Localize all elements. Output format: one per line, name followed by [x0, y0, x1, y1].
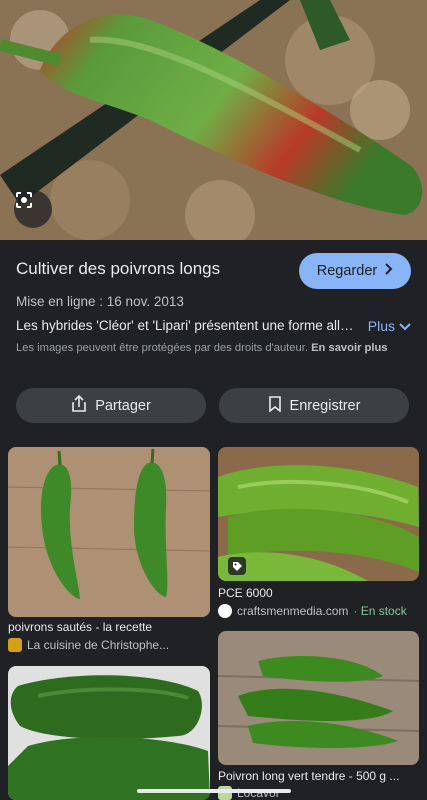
image-description: Les hybrides 'Cléor' et 'Lipari' présent… [16, 318, 356, 333]
visit-button[interactable]: Regarder [299, 253, 411, 289]
result-2-photo [218, 447, 419, 581]
tag-icon [228, 557, 246, 575]
share-button[interactable]: Partager [16, 388, 206, 423]
upload-date: Mise en ligne : 16 nov. 2013 [16, 294, 184, 309]
result-1-source-name: La cuisine de Christophe... [27, 638, 170, 652]
result-2-source[interactable]: craftsmenmedia.com · En stock [218, 604, 419, 618]
chevron-down-icon [399, 318, 411, 334]
result-4-photo [218, 631, 419, 765]
visit-label: Regarder [316, 263, 378, 279]
result-1-source[interactable]: La cuisine de Christophe... [8, 638, 210, 652]
home-indicator[interactable] [137, 789, 291, 793]
chevron-right-icon [383, 263, 393, 279]
lens-search-button[interactable] [14, 190, 52, 228]
result-2-source-name: craftsmenmedia.com [237, 604, 349, 618]
result-3-photo [8, 666, 210, 800]
result-4-caption[interactable]: Poivron long vert tendre - 500 g ... [218, 769, 419, 783]
stock-status: · En stock [353, 604, 407, 618]
share-label: Partager [95, 397, 151, 414]
result-image-3[interactable] [8, 666, 210, 800]
save-label: Enregistrer [289, 397, 361, 414]
result-image-4[interactable] [218, 631, 419, 765]
save-button[interactable]: Enregistrer [219, 388, 409, 423]
pepper-photo [0, 0, 427, 240]
copyright-text: Les images peuvent être protégées par de… [16, 342, 308, 354]
result-1-photo [8, 447, 210, 617]
site-favicon [218, 604, 232, 618]
result-image-2[interactable] [218, 447, 419, 581]
site-favicon [8, 638, 22, 652]
result-image-1[interactable] [8, 447, 210, 617]
more-button[interactable]: Plus [368, 318, 411, 334]
description-row: Les hybrides 'Cléor' et 'Lipari' présent… [16, 318, 411, 338]
bookmark-icon [268, 395, 282, 416]
image-title: Cultiver des poivrons longs [16, 259, 221, 278]
hero-image[interactable] [0, 0, 427, 240]
result-2-caption[interactable]: PCE 6000 [218, 586, 419, 600]
result-1-caption[interactable]: poivrons sautés - la recette [8, 620, 210, 634]
share-icon [71, 394, 87, 417]
learn-more-link[interactable]: En savoir plus [311, 342, 387, 354]
copyright-notice: Les images peuvent être protégées par de… [16, 341, 411, 356]
more-label: Plus [367, 318, 395, 334]
